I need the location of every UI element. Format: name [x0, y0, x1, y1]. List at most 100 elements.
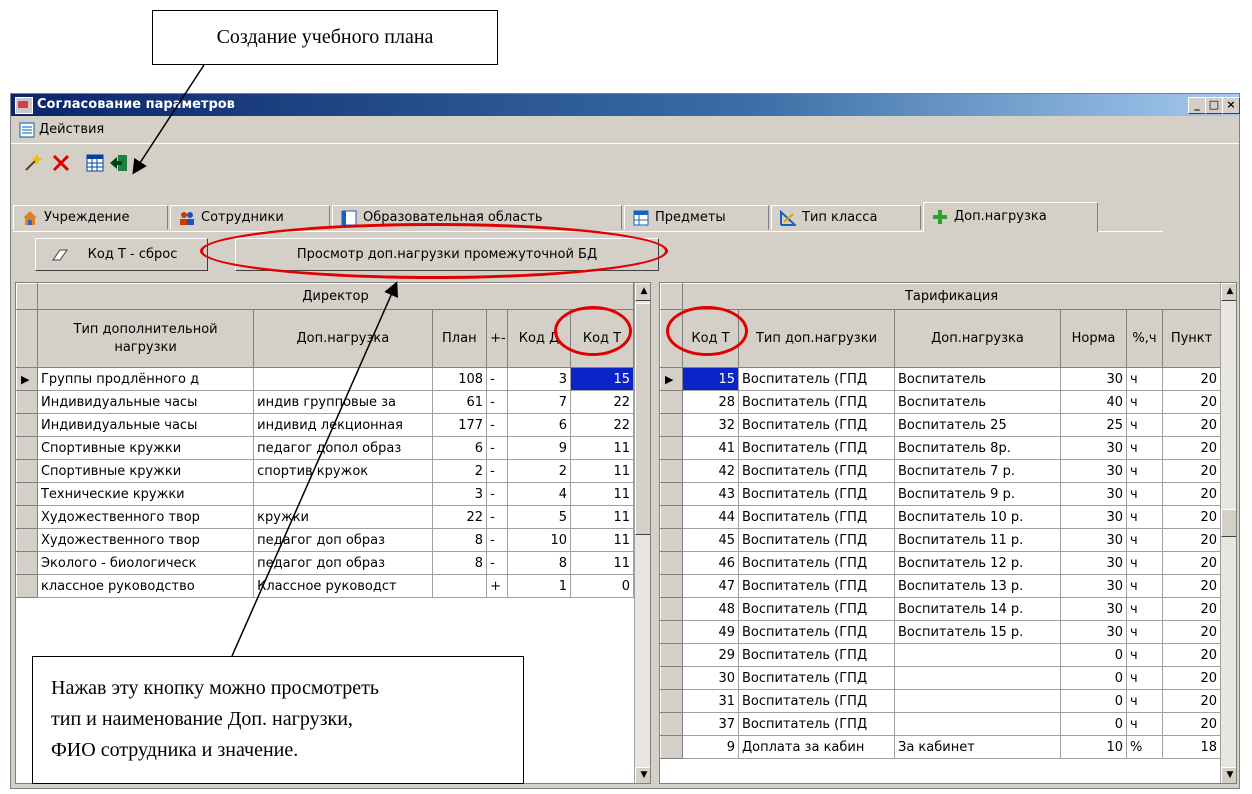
row-indicator[interactable] — [660, 712, 683, 736]
table-cell[interactable]: 45 — [682, 528, 739, 552]
table-cell[interactable]: Воспитатель (ГПД — [738, 689, 895, 713]
table-cell[interactable]: 22 — [570, 413, 634, 437]
table-cell[interactable]: Воспитатель 15 р. — [894, 620, 1061, 644]
table-cell[interactable]: Воспитатель — [894, 367, 1061, 391]
table-cell[interactable]: Технические кружки — [36, 482, 255, 506]
table-cell[interactable]: педагог доп образ — [253, 528, 433, 552]
table-cell[interactable]: ч — [1126, 390, 1163, 414]
table-cell[interactable]: 43 — [682, 482, 739, 506]
table-row[interactable]: 29 Воспитатель (ГПД 0 ч 20 — [660, 643, 1222, 667]
table-cell[interactable] — [894, 712, 1061, 736]
table-cell[interactable]: ч — [1126, 528, 1163, 552]
table-row[interactable]: 43 Воспитатель (ГПД Воспитатель 9 р. 30 ч 20 — [660, 482, 1222, 506]
table-cell[interactable]: 11 — [570, 528, 634, 552]
table-cell[interactable]: 30 — [1060, 459, 1127, 483]
table-cell[interactable]: 42 — [682, 459, 739, 483]
table-cell[interactable]: 30 — [1060, 436, 1127, 460]
table-cell[interactable]: 20 — [1161, 689, 1222, 713]
table-row[interactable]: 44 Воспитатель (ГПД Воспитатель 10 р. 30 ч 20 — [660, 505, 1222, 529]
table-cell[interactable]: Воспитатель (ГПД — [738, 459, 895, 483]
table-cell[interactable]: 0 — [1060, 643, 1127, 667]
row-indicator[interactable] — [660, 574, 683, 598]
minimize-button[interactable]: _ — [1188, 97, 1206, 114]
table-cell[interactable]: классное руководство — [36, 574, 255, 598]
table-cell[interactable]: кружки — [253, 505, 433, 529]
table-cell[interactable] — [253, 482, 433, 506]
table-row[interactable]: 46 Воспитатель (ГПД Воспитатель 12 р. 30 ч 20 — [660, 551, 1222, 575]
row-indicator[interactable] — [16, 459, 38, 483]
table-cell[interactable]: 0 — [570, 574, 634, 598]
table-cell[interactable]: ч — [1126, 367, 1163, 391]
table-cell[interactable]: - — [486, 367, 509, 391]
row-indicator[interactable] — [16, 551, 38, 575]
table-cell[interactable]: 20 — [1161, 390, 1222, 414]
table-cell[interactable] — [431, 574, 488, 598]
table-cell[interactable]: педагог доп образ — [253, 551, 433, 575]
scroll-down-button[interactable]: ▼ — [1221, 767, 1236, 783]
table-cell[interactable]: Воспитатель 13 р. — [894, 574, 1061, 598]
table-cell[interactable]: Эколого - биологическ — [36, 551, 255, 575]
table-cell[interactable]: - — [486, 482, 509, 506]
table-cell[interactable]: 47 — [682, 574, 739, 598]
table-cell[interactable]: 8 — [431, 551, 488, 575]
table-cell[interactable]: 20 — [1161, 413, 1222, 437]
table-cell[interactable]: - — [486, 459, 509, 483]
table-cell[interactable]: 10 — [1060, 735, 1127, 759]
table-cell[interactable]: 30 — [1060, 528, 1127, 552]
row-indicator[interactable] — [16, 482, 38, 506]
row-indicator[interactable]: ▶ — [16, 367, 38, 391]
table-cell[interactable]: Индивидуальные часы — [36, 413, 255, 437]
table-cell[interactable]: Воспитатель (ГПД — [738, 620, 895, 644]
col-norm[interactable]: Норма — [1060, 309, 1127, 368]
table-cell[interactable]: ч — [1126, 551, 1163, 575]
tab-extra-load[interactable]: Доп.нагрузка — [923, 202, 1098, 232]
table-row[interactable]: классное руководство Классное руководст +1… — [16, 574, 634, 598]
table-row[interactable]: Спортивные кружки педагог допол образ 6-9 1… — [16, 436, 634, 460]
table-row[interactable]: ▶ Группы продлённого д 108-3 15 — [16, 367, 634, 391]
table-cell[interactable] — [253, 367, 433, 391]
table-row[interactable]: Художественного твор педагог доп образ 8-1… — [16, 528, 634, 552]
table-row[interactable]: 47 Воспитатель (ГПД Воспитатель 13 р. 30 ч 20 — [660, 574, 1222, 598]
table-cell[interactable]: ч — [1126, 505, 1163, 529]
table-cell[interactable]: 11 — [570, 505, 634, 529]
table-cell[interactable]: ч — [1126, 482, 1163, 506]
table-cell[interactable]: 30 — [1060, 482, 1127, 506]
table-cell[interactable]: 11 — [570, 459, 634, 483]
table-cell[interactable]: ч — [1126, 459, 1163, 483]
row-indicator[interactable] — [16, 436, 38, 460]
table-cell[interactable]: 49 — [682, 620, 739, 644]
table-cell[interactable]: 32 — [682, 413, 739, 437]
table-cell[interactable]: 0 — [1060, 712, 1127, 736]
tab-subjects[interactable]: Предметы — [624, 205, 769, 230]
table-cell[interactable]: Воспитатель 25 — [894, 413, 1061, 437]
table-cell[interactable]: ч — [1126, 643, 1163, 667]
table-row[interactable]: 42 Воспитатель (ГПД Воспитатель 7 р. 30 ч 20 — [660, 459, 1222, 483]
table-cell[interactable] — [894, 666, 1061, 690]
table-cell[interactable]: 108 — [431, 367, 488, 391]
table-cell[interactable]: 6 — [431, 436, 488, 460]
row-indicator[interactable] — [660, 689, 683, 713]
row-indicator[interactable] — [16, 528, 38, 552]
table-cell[interactable]: 8 — [431, 528, 488, 552]
scroll-up-button[interactable]: ▲ — [635, 283, 650, 301]
table-cell[interactable]: 20 — [1161, 436, 1222, 460]
table-cell[interactable]: Воспитатель 7 р. — [894, 459, 1061, 483]
table-cell[interactable]: 3 — [507, 367, 572, 391]
col-point[interactable]: Пункт — [1161, 309, 1222, 368]
table-cell[interactable]: 20 — [1161, 574, 1222, 598]
table-cell[interactable]: Воспитатель 14 р. — [894, 597, 1061, 621]
table-row[interactable]: Художественного твор кружки 22-5 11 — [16, 505, 634, 529]
table-cell[interactable]: За кабинет — [894, 735, 1061, 759]
table-cell[interactable]: 20 — [1161, 712, 1222, 736]
left-scrollbar[interactable]: ▲ ▼ — [634, 283, 650, 783]
table-cell[interactable]: ч — [1126, 574, 1163, 598]
table-row[interactable]: 41 Воспитатель (ГПД Воспитатель 8р. 30 ч 20 — [660, 436, 1222, 460]
table-cell[interactable]: 15 — [570, 367, 634, 391]
table-cell[interactable]: Классное руководст — [253, 574, 433, 598]
tab-institution[interactable]: Учреждение — [13, 205, 168, 230]
table-cell[interactable]: Воспитатель 12 р. — [894, 551, 1061, 575]
table-cell[interactable]: 11 — [570, 551, 634, 575]
table-cell[interactable]: Воспитатель (ГПД — [738, 413, 895, 437]
row-indicator[interactable] — [660, 505, 683, 529]
table-cell[interactable]: - — [486, 551, 509, 575]
